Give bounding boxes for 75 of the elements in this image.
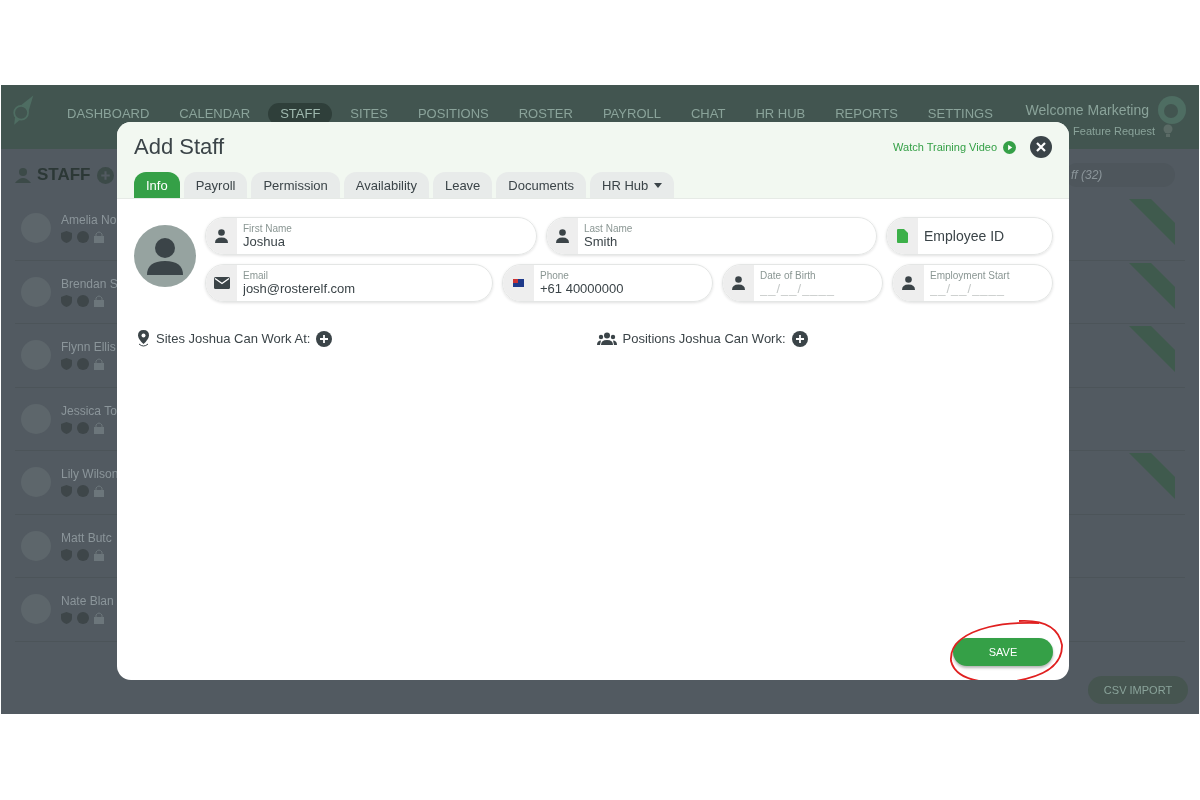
welcome-text: Welcome Marketing — [1025, 102, 1149, 118]
shield-icon — [61, 421, 72, 434]
person-icon — [902, 276, 915, 290]
section-label: Sites Joshua Can Work At: — [156, 331, 311, 346]
add-icon[interactable] — [791, 330, 808, 347]
tab[interactable]: Permission — [251, 172, 340, 198]
lock-icon — [94, 548, 104, 561]
field-label: Employment Start — [930, 270, 1011, 281]
shield-icon — [61, 358, 72, 371]
shield-icon — [61, 231, 72, 244]
staff-name[interactable]: Nate Blan — [61, 594, 114, 609]
shield-icon — [61, 612, 72, 625]
nav-link[interactable]: CHAT — [678, 103, 738, 125]
field-value[interactable]: josh@rosterelf.com — [243, 281, 492, 296]
nav-link[interactable]: CALENDAR — [167, 103, 263, 125]
lock-icon — [94, 231, 104, 244]
field-label: Last Name — [584, 223, 634, 234]
date-input[interactable]: __/__/____ — [930, 281, 1052, 296]
flag-icon — [513, 279, 524, 287]
lock-icon — [94, 358, 104, 371]
envelope-icon — [213, 277, 230, 289]
save-button[interactable]: SAVE — [953, 638, 1053, 666]
text-input[interactable]: Employee ID — [924, 228, 1052, 244]
csv-import-button[interactable]: CSV IMPORT — [1088, 676, 1188, 704]
nav-link[interactable]: HR HUB — [743, 103, 818, 125]
nav-link[interactable]: ROSTER — [506, 103, 585, 125]
lightbulb-icon — [1161, 123, 1175, 139]
nav-link[interactable]: STAFF — [268, 103, 333, 125]
nav-link[interactable]: REPORTS — [823, 103, 910, 125]
field-value[interactable]: +61 40000000 — [540, 281, 712, 296]
date-input[interactable]: __/__/____ — [760, 281, 882, 296]
field-label: Date of Birth — [760, 270, 817, 281]
add-icon[interactable] — [316, 330, 333, 347]
lock-icon — [94, 421, 104, 434]
tab[interactable]: Leave — [432, 172, 493, 198]
training-video-link[interactable]: Watch Training Video — [893, 141, 997, 153]
person-icon — [732, 276, 745, 290]
shield-icon — [61, 294, 72, 307]
nav-link[interactable]: POSITIONS — [405, 103, 501, 125]
location-pin-icon — [137, 330, 150, 347]
feature-request-link[interactable]: Feature Request — [1073, 125, 1155, 137]
field-value[interactable]: Smith — [584, 234, 876, 249]
lock-icon — [94, 294, 104, 307]
file-icon — [897, 229, 908, 243]
lock-icon — [94, 485, 104, 498]
shield-icon — [61, 548, 72, 561]
logo-icon — [1157, 95, 1187, 125]
nav-link[interactable]: SETTINGS — [915, 103, 1005, 125]
person-icon — [556, 229, 569, 243]
field-label: Phone — [540, 270, 570, 281]
nav-link[interactable]: DASHBOARD — [55, 103, 162, 125]
play-icon[interactable] — [1003, 140, 1016, 154]
tab[interactable]: Documents — [496, 172, 587, 198]
lock-icon — [94, 612, 104, 625]
dialog-title: Add Staff — [134, 134, 225, 160]
nav-link[interactable]: PAYROLL — [590, 103, 673, 125]
tab[interactable]: Info — [134, 172, 180, 198]
tab[interactable]: HR Hub — [590, 172, 675, 198]
staff-name[interactable]: Brendan S — [61, 276, 118, 291]
section-label: Positions Joshua Can Work: — [622, 331, 786, 346]
staff-name[interactable]: Jessica To — [61, 403, 117, 418]
staff-name[interactable]: Amelia No — [61, 213, 117, 228]
nav-link[interactable]: SITES — [338, 103, 400, 125]
staff-name[interactable]: Flynn Ellis — [61, 340, 116, 355]
tab[interactable]: Availability — [343, 172, 429, 198]
people-icon — [596, 332, 617, 345]
shield-icon — [61, 485, 72, 498]
person-icon — [215, 229, 228, 243]
close-button[interactable] — [1030, 136, 1052, 158]
person-icon — [15, 167, 31, 183]
staff-name[interactable]: Matt Butc — [61, 530, 112, 545]
field-label: First Name — [243, 223, 293, 234]
field-label: Email — [243, 270, 269, 281]
field-value[interactable]: Joshua — [243, 234, 536, 249]
tab[interactable]: Payroll — [183, 172, 248, 198]
